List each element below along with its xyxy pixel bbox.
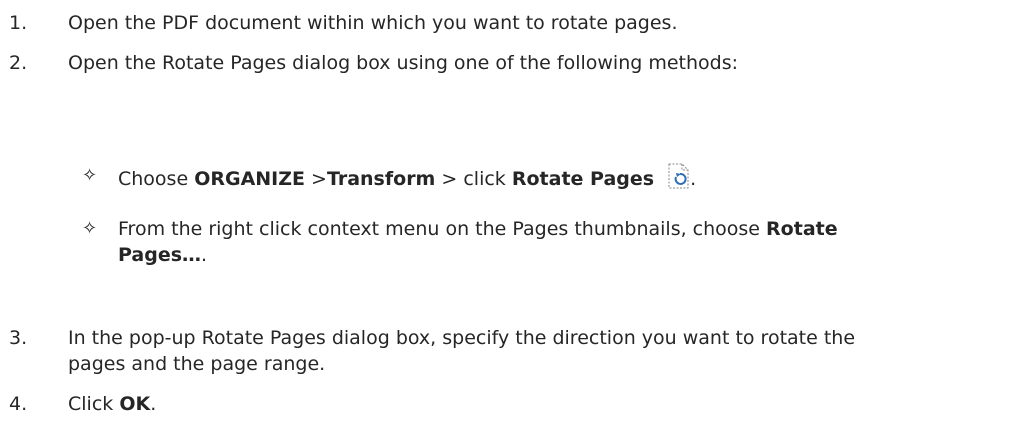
step-number: 1.: [9, 12, 28, 34]
method-text: From the right click context menu on the…: [118, 218, 838, 240]
step-number: 2.: [9, 52, 28, 74]
step-number: 3.: [9, 327, 28, 349]
step-text: In the pop-up Rotate Pages dialog box, s…: [68, 327, 856, 349]
step-text: Open the PDF document within which you w…: [68, 12, 678, 34]
step-text: pages and the page range.: [68, 353, 326, 375]
step-number: 4.: [9, 393, 28, 415]
method-text: Pages….: [118, 244, 208, 266]
bullet-icon: ✧: [82, 218, 98, 239]
rotate-pages-icon: [668, 163, 690, 196]
bullet-icon: ✧: [82, 165, 98, 186]
step-text: Click OK.: [68, 393, 157, 415]
step-text: Open the Rotate Pages dialog box using o…: [68, 52, 739, 74]
method-text: Choose ORGANIZE >Transform > click Rotat…: [118, 163, 696, 196]
